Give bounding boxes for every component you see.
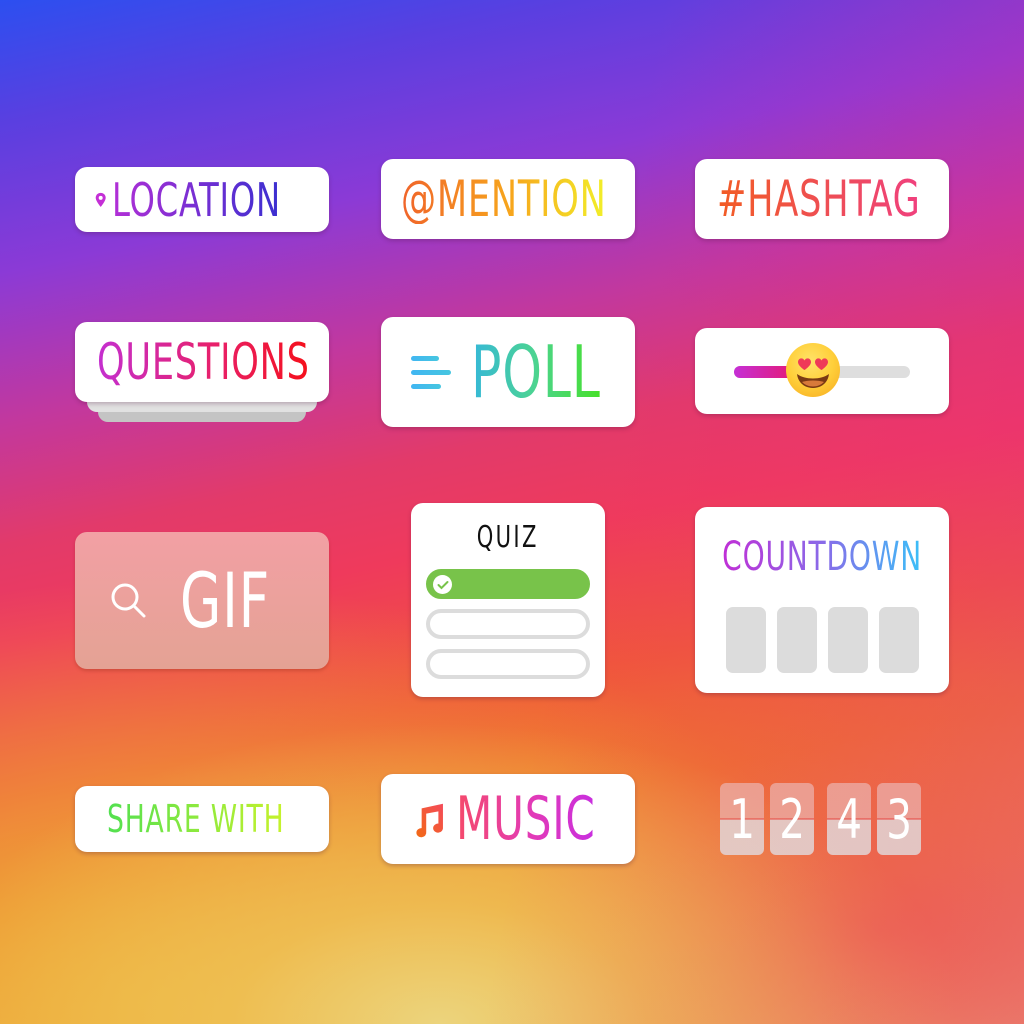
- flip-digit: 4: [827, 783, 871, 855]
- flip-digit: 2: [770, 783, 814, 855]
- poll-label: POLL: [471, 330, 601, 414]
- hashtag-sticker[interactable]: #HASHTAG: [695, 159, 949, 239]
- hashtag-label: #HASHTAG: [717, 170, 921, 228]
- mention-sticker[interactable]: @MENTION: [381, 159, 635, 239]
- mention-label: @MENTION: [401, 170, 607, 228]
- flip-digit-value: 4: [836, 787, 862, 851]
- checkmark-icon: [433, 575, 452, 594]
- countdown-box: [878, 607, 919, 673]
- gif-label: GIF: [180, 555, 271, 645]
- location-pin-icon: [95, 192, 106, 207]
- countdown-box: [725, 607, 766, 673]
- music-note-icon: [416, 803, 444, 838]
- quiz-title: QUIZ: [477, 520, 539, 555]
- countdown-sticker[interactable]: COUNTDOWN: [695, 507, 949, 693]
- quiz-option-correct[interactable]: [426, 569, 590, 599]
- questions-label: QUESTIONS: [97, 333, 310, 391]
- music-label: MUSIC: [456, 784, 596, 854]
- poll-sticker[interactable]: POLL: [381, 317, 635, 427]
- location-label: LOCATION: [112, 172, 282, 227]
- flip-counter-sticker[interactable]: 1243: [720, 783, 927, 855]
- quiz-sticker[interactable]: QUIZ: [411, 503, 605, 697]
- quiz-option[interactable]: [426, 649, 590, 679]
- gif-sticker[interactable]: GIF: [75, 532, 329, 669]
- countdown-box: [776, 607, 817, 673]
- flip-digit-value: 3: [886, 787, 912, 851]
- share-with-sticker[interactable]: SHARE WITH: [75, 786, 329, 852]
- emoji-slider-sticker[interactable]: [695, 328, 949, 414]
- poll-lines-icon: [411, 355, 451, 389]
- countdown-digit-boxes: [725, 607, 919, 673]
- flip-digit-value: 2: [779, 787, 805, 851]
- countdown-label: COUNTDOWN: [722, 534, 922, 580]
- questions-sticker[interactable]: QUESTIONS: [75, 322, 329, 402]
- quiz-option[interactable]: [426, 609, 590, 639]
- flip-digit: 3: [877, 783, 921, 855]
- location-sticker[interactable]: LOCATION: [75, 167, 329, 232]
- flip-digit: 1: [720, 783, 764, 855]
- countdown-box: [827, 607, 868, 673]
- heart-eyes-emoji-icon[interactable]: [786, 343, 841, 397]
- search-icon: [111, 583, 146, 617]
- share-with-label: SHARE WITH: [107, 797, 285, 841]
- music-sticker[interactable]: MUSIC: [381, 774, 635, 864]
- flip-digit-value: 1: [729, 787, 755, 851]
